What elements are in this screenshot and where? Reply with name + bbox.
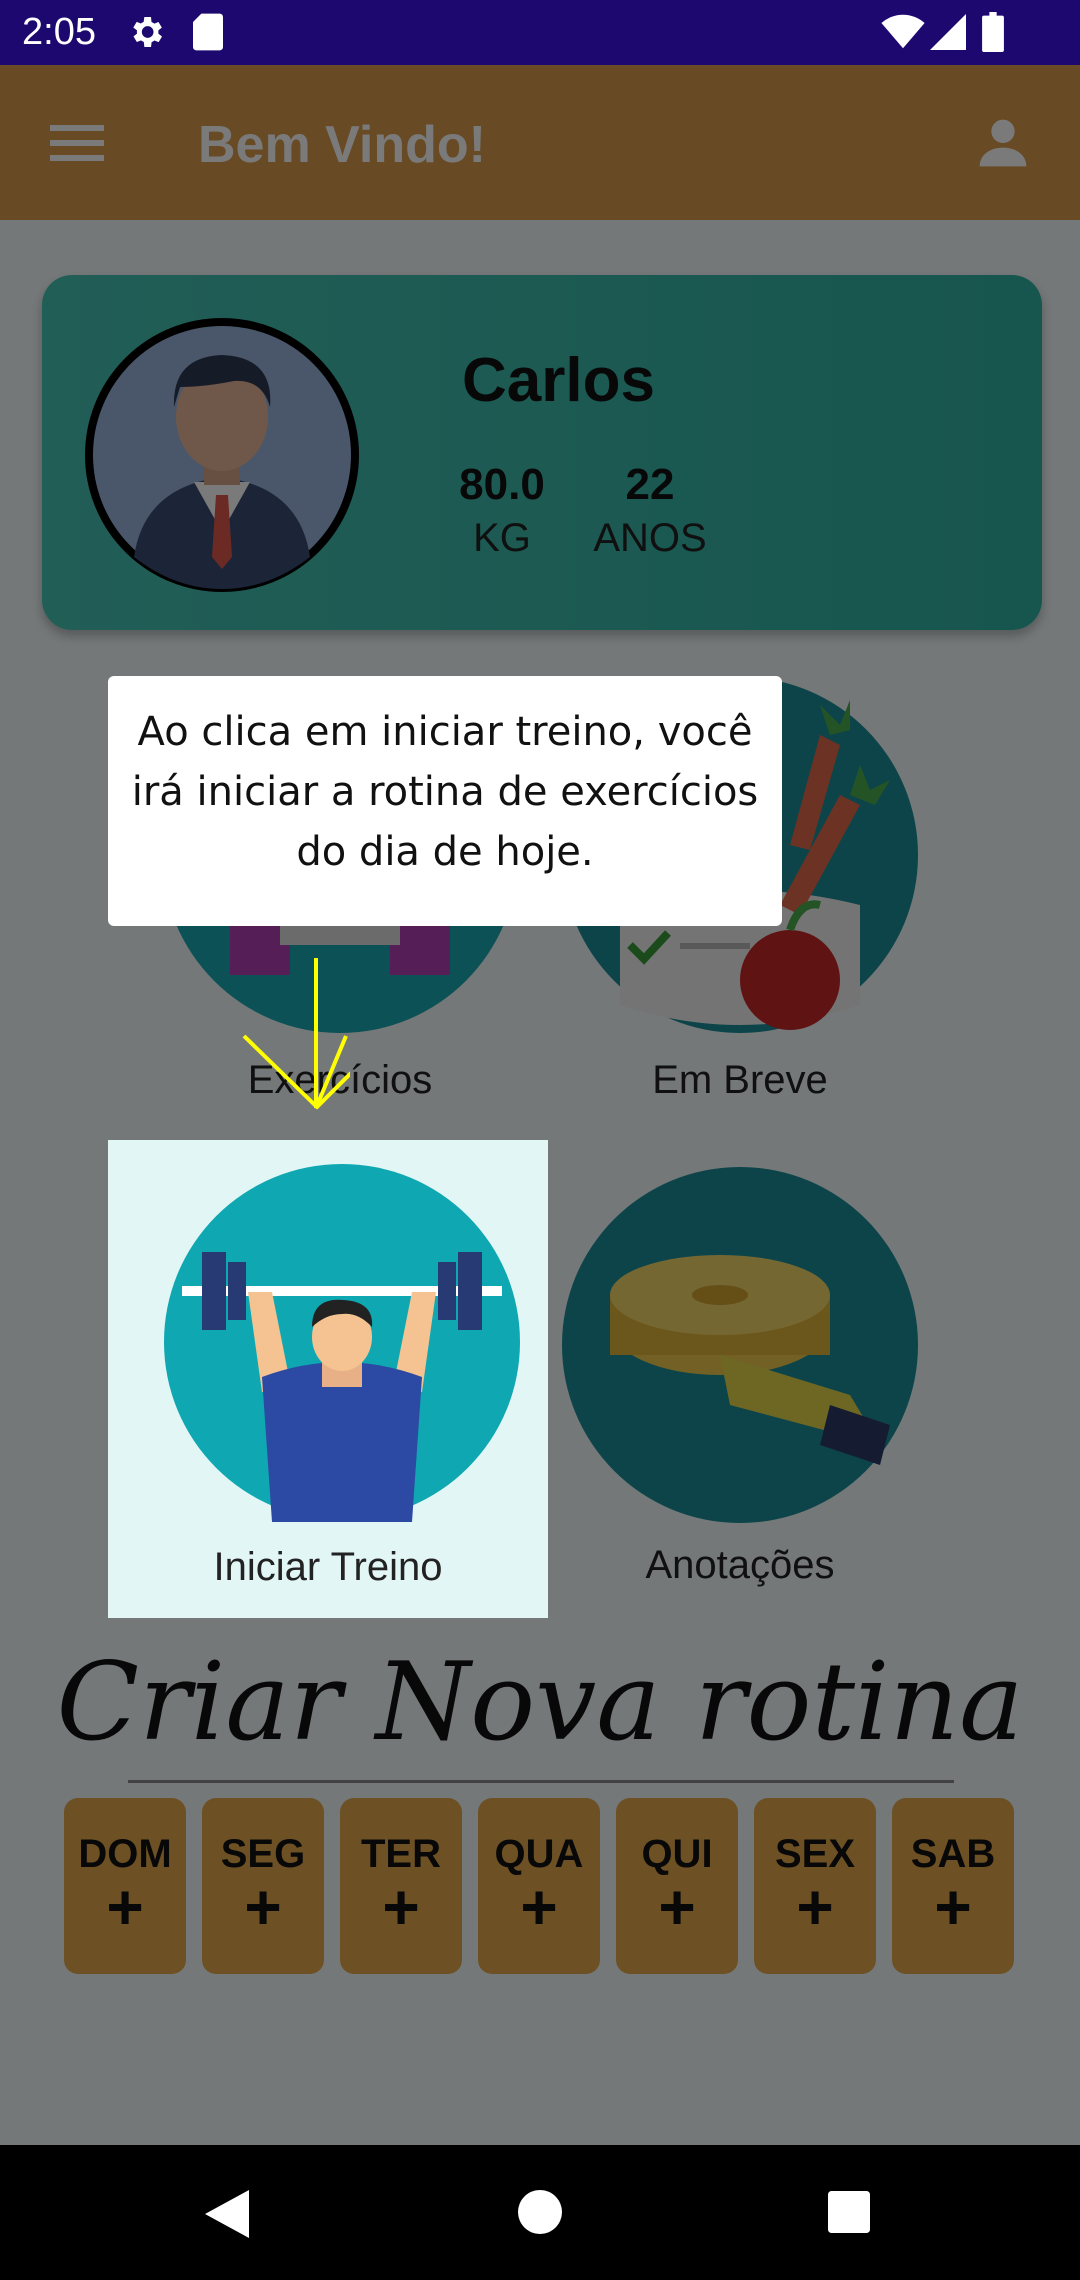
add-icon: + — [934, 1871, 972, 1943]
navigation-bar — [0, 2145, 1080, 2280]
battery-icon — [982, 12, 1004, 52]
back-icon[interactable] — [205, 2190, 249, 2238]
age-value: 22 — [625, 460, 675, 509]
sd-card-icon — [193, 13, 223, 51]
profile-card: Carlos 80.0 KG 22 ANOS — [42, 275, 1042, 630]
menu-em-breve-label: Em Breve — [652, 1058, 828, 1102]
add-icon: + — [382, 1871, 420, 1943]
menu-anotacoes[interactable] — [560, 1165, 920, 1545]
wifi-icon — [881, 14, 925, 49]
day-button-ter[interactable]: TER + — [340, 1798, 462, 1974]
age-unit: ANOS — [593, 516, 707, 560]
tutorial-spotlight[interactable]: Iniciar Treino — [108, 1140, 548, 1618]
tutorial-tooltip: Ao clica em iniciar treino, você irá ini… — [108, 676, 782, 926]
avatar — [85, 318, 359, 592]
home-icon[interactable] — [518, 2190, 562, 2234]
add-icon: + — [658, 1871, 696, 1943]
person-icon[interactable] — [975, 115, 1031, 171]
menu-iniciar-treino-label: Iniciar Treino — [213, 1545, 443, 1589]
add-icon: + — [520, 1871, 558, 1943]
day-button-dom[interactable]: DOM + — [64, 1798, 186, 1974]
tooltip-line-3: do dia de hoje. — [296, 829, 594, 875]
weightlifter-icon — [164, 1164, 520, 1522]
status-bar: 2:05 — [0, 0, 1080, 65]
signal-icon — [930, 14, 966, 50]
app-bar: Bem Vindo! — [0, 65, 1080, 220]
weight-stat: 80.0 KG — [422, 460, 582, 561]
weight-unit: KG — [473, 516, 531, 560]
page-title: Bem Vindo! — [198, 116, 486, 174]
settings-icon — [133, 17, 162, 47]
tooltip-line-2: irá iniciar a rotina de exercícios — [131, 769, 759, 815]
age-stat: 22 ANOS — [570, 460, 730, 561]
add-icon: + — [244, 1871, 282, 1943]
recents-icon[interactable] — [828, 2191, 870, 2233]
weight-value: 80.0 — [459, 460, 545, 509]
profile-name: Carlos — [462, 346, 655, 415]
tutorial-arrow-icon — [242, 958, 350, 1110]
routine-divider — [128, 1780, 954, 1783]
routine-title: Criar Nova rotina — [56, 1640, 1024, 1765]
menu-anotacoes-label: Anotações — [645, 1543, 835, 1587]
add-icon: + — [106, 1871, 144, 1943]
tooltip-line-1: Ao clica em iniciar treino, você — [137, 709, 753, 755]
day-button-seg[interactable]: SEG + — [202, 1798, 324, 1974]
day-button-sex[interactable]: SEX + — [754, 1798, 876, 1974]
menu-icon[interactable] — [50, 123, 104, 163]
status-time: 2:05 — [22, 11, 96, 53]
day-button-qui[interactable]: QUI + — [616, 1798, 738, 1974]
day-button-sab[interactable]: SAB + — [892, 1798, 1014, 1974]
add-icon: + — [796, 1871, 834, 1943]
measuring-tape-icon — [562, 1167, 918, 1523]
day-button-qua[interactable]: QUA + — [478, 1798, 600, 1974]
